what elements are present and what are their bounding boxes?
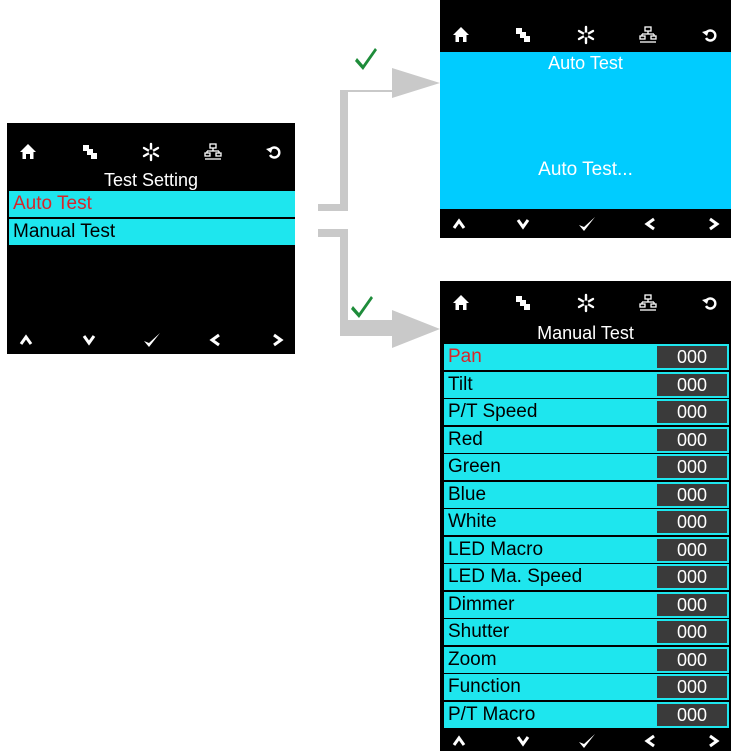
- up-icon[interactable]: [448, 213, 470, 235]
- param-label: Function: [448, 676, 521, 697]
- network-icon[interactable]: [637, 292, 659, 314]
- top-toolbar: [7, 141, 295, 163]
- check-icon[interactable]: [576, 730, 598, 752]
- param-label: Pan: [448, 346, 482, 367]
- param-value[interactable]: 000: [657, 566, 727, 588]
- back-icon[interactable]: [699, 292, 721, 314]
- up-icon[interactable]: [15, 329, 37, 351]
- bottom-toolbar: [440, 213, 731, 235]
- param-row[interactable]: White 000: [444, 509, 729, 535]
- auto-test-status: Auto Test...: [538, 159, 633, 180]
- left-icon[interactable]: [639, 213, 661, 235]
- param-label: Blue: [448, 483, 487, 505]
- param-value[interactable]: 000: [657, 428, 727, 451]
- check-icon: [351, 296, 373, 318]
- up-icon[interactable]: [448, 730, 470, 752]
- param-row[interactable]: P/T Speed 000: [444, 399, 729, 425]
- fan-icon[interactable]: [575, 24, 597, 46]
- right-icon[interactable]: [267, 329, 289, 351]
- screen-title: Test Setting: [103, 170, 199, 190]
- network-icon[interactable]: [637, 24, 659, 46]
- menu-item-manual-test[interactable]: Manual Test: [9, 219, 295, 245]
- param-label: Dimmer: [448, 593, 515, 615]
- right-icon[interactable]: [703, 730, 725, 752]
- top-toolbar: [440, 24, 731, 46]
- back-icon[interactable]: [699, 24, 721, 46]
- home-icon[interactable]: [450, 24, 472, 46]
- check-icon: [355, 48, 377, 70]
- param-value[interactable]: 000: [657, 483, 727, 506]
- arrow-to-manual-test: [318, 229, 440, 348]
- param-value[interactable]: 000: [657, 648, 727, 671]
- copy-icon[interactable]: [512, 292, 534, 314]
- param-row[interactable]: P/T Macro 000: [444, 701, 729, 728]
- left-icon[interactable]: [639, 730, 661, 752]
- screen-title: Auto Test: [548, 53, 623, 73]
- param-row[interactable]: Red 000: [444, 426, 729, 453]
- menu-item-auto-test[interactable]: Auto Test: [9, 191, 295, 217]
- copy-icon[interactable]: [512, 24, 534, 46]
- param-value[interactable]: 000: [657, 373, 727, 396]
- param-row[interactable]: Pan 000: [444, 344, 729, 370]
- param-label: White: [448, 511, 497, 532]
- param-value[interactable]: 000: [657, 346, 727, 368]
- down-icon[interactable]: [512, 730, 534, 752]
- auto-test-panel: [440, 52, 731, 209]
- bottom-toolbar: [440, 730, 731, 752]
- back-icon[interactable]: [263, 141, 285, 163]
- param-value[interactable]: 000: [657, 456, 727, 478]
- param-value[interactable]: 000: [657, 538, 727, 561]
- param-label: Shutter: [448, 621, 510, 642]
- param-label: Tilt: [448, 373, 473, 395]
- arrow-to-auto-test: [318, 68, 440, 211]
- param-label: P/T Speed: [448, 401, 538, 422]
- home-icon[interactable]: [17, 141, 39, 163]
- param-row[interactable]: Blue 000: [444, 481, 729, 508]
- check-icon[interactable]: [141, 329, 163, 351]
- param-label: LED Ma. Speed: [448, 566, 583, 587]
- param-row[interactable]: Tilt 000: [444, 371, 729, 398]
- param-row[interactable]: LED Ma. Speed 000: [444, 564, 729, 590]
- param-row[interactable]: Green 000: [444, 454, 729, 480]
- copy-icon[interactable]: [79, 141, 101, 163]
- param-value[interactable]: 000: [657, 401, 727, 423]
- left-icon[interactable]: [204, 329, 226, 351]
- down-icon[interactable]: [512, 213, 534, 235]
- param-value[interactable]: 000: [657, 676, 727, 698]
- home-icon[interactable]: [450, 292, 472, 314]
- param-value[interactable]: 000: [657, 593, 727, 616]
- bottom-toolbar: [7, 329, 295, 351]
- right-icon[interactable]: [703, 213, 725, 235]
- auto-test-screen: Auto Test Auto Test...: [440, 0, 731, 238]
- manual-test-screen: Manual Test Pan 000 Tilt 000 P/T Speed 000 Red…: [440, 281, 731, 751]
- fan-icon[interactable]: [140, 141, 162, 163]
- param-value[interactable]: 000: [657, 703, 727, 726]
- menu-item-label: Manual Test: [13, 221, 116, 242]
- down-icon[interactable]: [78, 329, 100, 351]
- param-row[interactable]: Function 000: [444, 674, 729, 700]
- param-label: P/T Macro: [448, 703, 536, 725]
- menu-item-label: Auto Test: [13, 193, 92, 214]
- param-value[interactable]: 000: [657, 511, 727, 533]
- fan-icon[interactable]: [575, 292, 597, 314]
- param-row[interactable]: Zoom 000: [444, 646, 729, 673]
- screen-title: Manual Test: [537, 323, 634, 343]
- param-label: Green: [448, 456, 501, 477]
- param-label: Red: [448, 428, 483, 450]
- top-toolbar: [440, 292, 731, 314]
- test-setting-screen: Test Setting Auto Test Manual Test: [7, 123, 295, 354]
- param-label: LED Macro: [448, 538, 544, 560]
- param-value[interactable]: 000: [657, 621, 727, 643]
- param-row[interactable]: Shutter 000: [444, 619, 729, 645]
- param-row[interactable]: LED Macro 000: [444, 536, 729, 563]
- param-row[interactable]: Dimmer 000: [444, 591, 729, 618]
- network-icon[interactable]: [202, 141, 224, 163]
- param-label: Zoom: [448, 648, 497, 670]
- check-icon[interactable]: [576, 213, 598, 235]
